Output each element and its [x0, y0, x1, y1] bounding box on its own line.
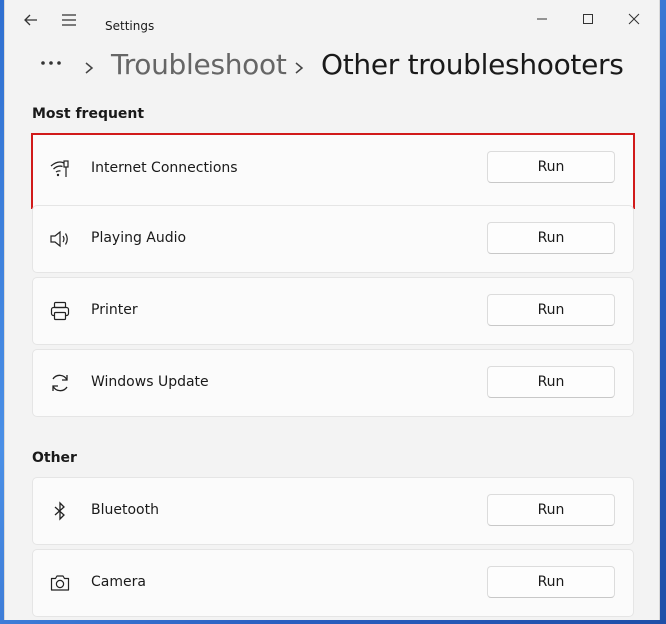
section-title-other: Other	[32, 450, 77, 466]
troubleshooter-label: Windows Update	[91, 374, 209, 390]
run-camera-button[interactable]: Run	[487, 566, 615, 598]
troubleshooter-printer: Printer Run	[32, 277, 634, 345]
run-bluetooth-button[interactable]: Run	[487, 494, 615, 526]
troubleshooter-label: Camera	[91, 574, 146, 590]
troubleshooter-playing-audio: Playing Audio Run	[32, 205, 634, 273]
title-bar: Settings	[5, 0, 659, 40]
chevron-right-icon	[293, 60, 305, 76]
troubleshooter-internet-connections: Internet Connections Run	[31, 133, 635, 209]
breadcrumb-troubleshoot-link[interactable]: Troubleshoot	[111, 48, 287, 81]
run-printer-button[interactable]: Run	[487, 294, 615, 326]
breadcrumb: Troubleshoot Other troubleshooters	[5, 48, 659, 88]
troubleshooter-camera: Camera Run	[32, 549, 634, 617]
close-icon[interactable]	[617, 6, 651, 32]
wifi-icon	[49, 158, 71, 180]
hamburger-menu-icon[interactable]	[57, 10, 81, 30]
chevron-right-icon	[83, 60, 95, 76]
run-internet-connections-button[interactable]: Run	[487, 151, 615, 183]
troubleshooter-label: Bluetooth	[91, 502, 159, 518]
run-windows-update-button[interactable]: Run	[487, 366, 615, 398]
section-title-most-frequent: Most frequent	[32, 106, 145, 122]
refresh-icon	[49, 372, 71, 394]
more-horizontal-icon[interactable]	[39, 54, 67, 66]
back-arrow-icon[interactable]	[19, 10, 43, 30]
troubleshooter-windows-update: Windows Update Run	[32, 349, 634, 417]
bluetooth-icon	[49, 500, 71, 522]
settings-window: Settings Troubleshoot Other troubleshoot…	[4, 0, 660, 620]
troubleshooter-bluetooth: Bluetooth Run	[32, 477, 634, 545]
window-title: Settings	[105, 19, 155, 33]
troubleshooter-label: Playing Audio	[91, 230, 187, 246]
minimize-icon[interactable]	[525, 6, 559, 32]
maximize-icon[interactable]	[571, 6, 605, 32]
camera-icon	[49, 572, 71, 594]
page-title: Other troubleshooters	[321, 48, 624, 81]
run-playing-audio-button[interactable]: Run	[487, 222, 615, 254]
printer-icon	[49, 300, 71, 322]
troubleshooter-label: Internet Connections	[91, 160, 238, 176]
speaker-icon	[49, 228, 71, 250]
troubleshooter-label: Printer	[91, 302, 138, 318]
